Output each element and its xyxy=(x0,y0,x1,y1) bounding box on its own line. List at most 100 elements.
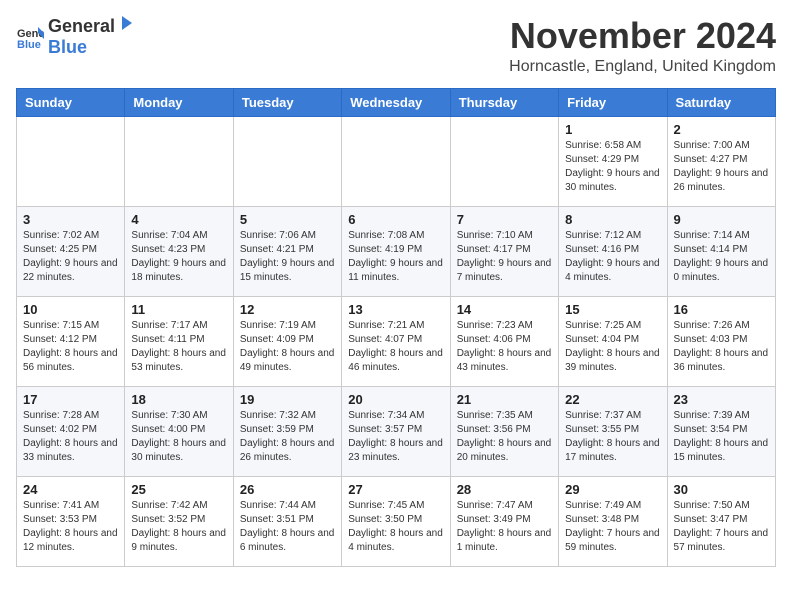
day-info: Sunrise: 7:32 AM Sunset: 3:59 PM Dayligh… xyxy=(240,409,335,465)
day-cell: 6 Sunrise: 7:08 AM Sunset: 4:19 PM Daylig… xyxy=(342,206,450,296)
week-row-5: 24 Sunrise: 7:41 AM Sunset: 3:53 PM Dayli… xyxy=(17,476,776,566)
day-info: Sunrise: 7:37 AM Sunset: 3:55 PM Dayligh… xyxy=(565,409,660,465)
day-info: Sunrise: 7:26 AM Sunset: 4:03 PM Dayligh… xyxy=(674,319,769,375)
day-cell: 4Sunrise: 7:04 AM Sunset: 4:23 PM Daylig… xyxy=(125,206,233,296)
day-number: 6 xyxy=(348,212,443,227)
day-info: Sunrise: 7:41 AM Sunset: 3:53 PM Dayligh… xyxy=(23,499,118,555)
day-number: 27 xyxy=(348,482,443,497)
svg-text:Blue: Blue xyxy=(17,39,41,51)
day-cell: 18Sunrise: 7:30 AM Sunset: 4:00 PM Dayli… xyxy=(125,386,233,476)
day-number: 19 xyxy=(240,392,335,407)
day-cell: 7 Sunrise: 7:10 AM Sunset: 4:17 PM Daylig… xyxy=(450,206,558,296)
day-cell: 5Sunrise: 7:06 AM Sunset: 4:21 PM Daylig… xyxy=(233,206,341,296)
week-row-1: 1 Sunrise: 6:58 AM Sunset: 4:29 PM Daylig… xyxy=(17,116,776,206)
col-thursday: Thursday xyxy=(450,88,558,116)
location-title: Horncastle, England, United Kingdom xyxy=(509,58,776,76)
day-cell: 25 Sunrise: 7:42 AM Sunset: 3:52 PM Dayli… xyxy=(125,476,233,566)
logo-icon: General Blue xyxy=(16,23,44,51)
day-cell: 23 Sunrise: 7:39 AM Sunset: 3:54 PM Dayli… xyxy=(667,386,775,476)
day-info: Sunrise: 7:08 AM Sunset: 4:19 PM Dayligh… xyxy=(348,229,443,285)
month-title: November 2024 xyxy=(509,16,776,56)
day-number: 8 xyxy=(565,212,660,227)
day-cell: 30Sunrise: 7:50 AM Sunset: 3:47 PM Dayli… xyxy=(667,476,775,566)
day-info: Sunrise: 7:10 AM Sunset: 4:17 PM Dayligh… xyxy=(457,229,552,285)
day-number: 17 xyxy=(23,392,118,407)
day-cell: 29Sunrise: 7:49 AM Sunset: 3:48 PM Dayli… xyxy=(559,476,667,566)
col-tuesday: Tuesday xyxy=(233,88,341,116)
col-friday: Friday xyxy=(559,88,667,116)
day-number: 15 xyxy=(565,302,660,317)
day-info: Sunrise: 7:21 AM Sunset: 4:07 PM Dayligh… xyxy=(348,319,443,375)
day-cell: 13 Sunrise: 7:21 AM Sunset: 4:07 PM Dayli… xyxy=(342,296,450,386)
day-cell: 19 Sunrise: 7:32 AM Sunset: 3:59 PM Dayli… xyxy=(233,386,341,476)
day-info: Sunrise: 7:28 AM Sunset: 4:02 PM Dayligh… xyxy=(23,409,118,465)
day-cell: 27 Sunrise: 7:45 AM Sunset: 3:50 PM Dayli… xyxy=(342,476,450,566)
calendar-header: Sunday Monday Tuesday Wednesday Thursday… xyxy=(17,88,776,116)
day-info: Sunrise: 7:00 AM Sunset: 4:27 PM Dayligh… xyxy=(674,139,769,195)
day-cell: 3Sunrise: 7:02 AM Sunset: 4:25 PM Daylig… xyxy=(17,206,125,296)
day-cell xyxy=(17,116,125,206)
day-number: 22 xyxy=(565,392,660,407)
day-info: Sunrise: 7:44 AM Sunset: 3:51 PM Dayligh… xyxy=(240,499,335,555)
day-info: Sunrise: 7:14 AM Sunset: 4:14 PM Dayligh… xyxy=(674,229,769,285)
day-info: Sunrise: 7:19 AM Sunset: 4:09 PM Dayligh… xyxy=(240,319,335,375)
day-info: Sunrise: 7:45 AM Sunset: 3:50 PM Dayligh… xyxy=(348,499,443,555)
day-info: Sunrise: 7:17 AM Sunset: 4:11 PM Dayligh… xyxy=(131,319,226,375)
title-area: November 2024 Horncastle, England, Unite… xyxy=(509,16,776,76)
day-cell: 8 Sunrise: 7:12 AM Sunset: 4:16 PM Daylig… xyxy=(559,206,667,296)
day-cell: 28 Sunrise: 7:47 AM Sunset: 3:49 PM Dayli… xyxy=(450,476,558,566)
logo-arrow-icon xyxy=(116,14,134,32)
day-number: 21 xyxy=(457,392,552,407)
header-row: Sunday Monday Tuesday Wednesday Thursday… xyxy=(17,88,776,116)
calendar-body: 1 Sunrise: 6:58 AM Sunset: 4:29 PM Daylig… xyxy=(17,116,776,566)
week-row-3: 10 Sunrise: 7:15 AM Sunset: 4:12 PM Dayli… xyxy=(17,296,776,386)
day-cell: 11 Sunrise: 7:17 AM Sunset: 4:11 PM Dayli… xyxy=(125,296,233,386)
day-cell: 22 Sunrise: 7:37 AM Sunset: 3:55 PM Dayli… xyxy=(559,386,667,476)
day-number: 11 xyxy=(131,302,226,317)
day-number: 13 xyxy=(348,302,443,317)
day-info: Sunrise: 7:42 AM Sunset: 3:52 PM Dayligh… xyxy=(131,499,226,555)
day-info: Sunrise: 7:23 AM Sunset: 4:06 PM Dayligh… xyxy=(457,319,552,375)
day-cell: 20Sunrise: 7:34 AM Sunset: 3:57 PM Dayli… xyxy=(342,386,450,476)
logo: General Blue General Blue xyxy=(16,16,134,58)
day-number: 24 xyxy=(23,482,118,497)
col-wednesday: Wednesday xyxy=(342,88,450,116)
day-number: 23 xyxy=(674,392,769,407)
day-number: 28 xyxy=(457,482,552,497)
day-info: Sunrise: 7:35 AM Sunset: 3:56 PM Dayligh… xyxy=(457,409,552,465)
day-number: 3 xyxy=(23,212,118,227)
day-cell: 26 Sunrise: 7:44 AM Sunset: 3:51 PM Dayli… xyxy=(233,476,341,566)
day-number: 9 xyxy=(674,212,769,227)
day-info: Sunrise: 7:39 AM Sunset: 3:54 PM Dayligh… xyxy=(674,409,769,465)
day-number: 18 xyxy=(131,392,226,407)
day-cell: 1 Sunrise: 6:58 AM Sunset: 4:29 PM Daylig… xyxy=(559,116,667,206)
day-number: 1 xyxy=(565,122,660,137)
day-info: Sunrise: 7:47 AM Sunset: 3:49 PM Dayligh… xyxy=(457,499,552,555)
day-number: 12 xyxy=(240,302,335,317)
day-number: 4 xyxy=(131,212,226,227)
day-cell xyxy=(450,116,558,206)
day-cell: 12 Sunrise: 7:19 AM Sunset: 4:09 PM Dayli… xyxy=(233,296,341,386)
day-info: Sunrise: 6:58 AM Sunset: 4:29 PM Dayligh… xyxy=(565,139,660,195)
day-info: Sunrise: 7:06 AM Sunset: 4:21 PM Dayligh… xyxy=(240,229,335,285)
day-number: 10 xyxy=(23,302,118,317)
day-info: Sunrise: 7:25 AM Sunset: 4:04 PM Dayligh… xyxy=(565,319,660,375)
day-cell xyxy=(342,116,450,206)
day-number: 25 xyxy=(131,482,226,497)
day-number: 26 xyxy=(240,482,335,497)
week-row-4: 17 Sunrise: 7:28 AM Sunset: 4:02 PM Dayli… xyxy=(17,386,776,476)
day-cell: 10 Sunrise: 7:15 AM Sunset: 4:12 PM Dayli… xyxy=(17,296,125,386)
day-cell xyxy=(233,116,341,206)
day-cell: 17 Sunrise: 7:28 AM Sunset: 4:02 PM Dayli… xyxy=(17,386,125,476)
day-info: Sunrise: 7:12 AM Sunset: 4:16 PM Dayligh… xyxy=(565,229,660,285)
week-row-2: 3Sunrise: 7:02 AM Sunset: 4:25 PM Daylig… xyxy=(17,206,776,296)
col-monday: Monday xyxy=(125,88,233,116)
day-number: 2 xyxy=(674,122,769,137)
day-cell: 15 Sunrise: 7:25 AM Sunset: 4:04 PM Dayli… xyxy=(559,296,667,386)
calendar-table: Sunday Monday Tuesday Wednesday Thursday… xyxy=(16,88,776,567)
day-cell: 9 Sunrise: 7:14 AM Sunset: 4:14 PM Daylig… xyxy=(667,206,775,296)
day-number: 14 xyxy=(457,302,552,317)
day-info: Sunrise: 7:15 AM Sunset: 4:12 PM Dayligh… xyxy=(23,319,118,375)
day-info: Sunrise: 7:49 AM Sunset: 3:48 PM Dayligh… xyxy=(565,499,660,555)
day-number: 7 xyxy=(457,212,552,227)
